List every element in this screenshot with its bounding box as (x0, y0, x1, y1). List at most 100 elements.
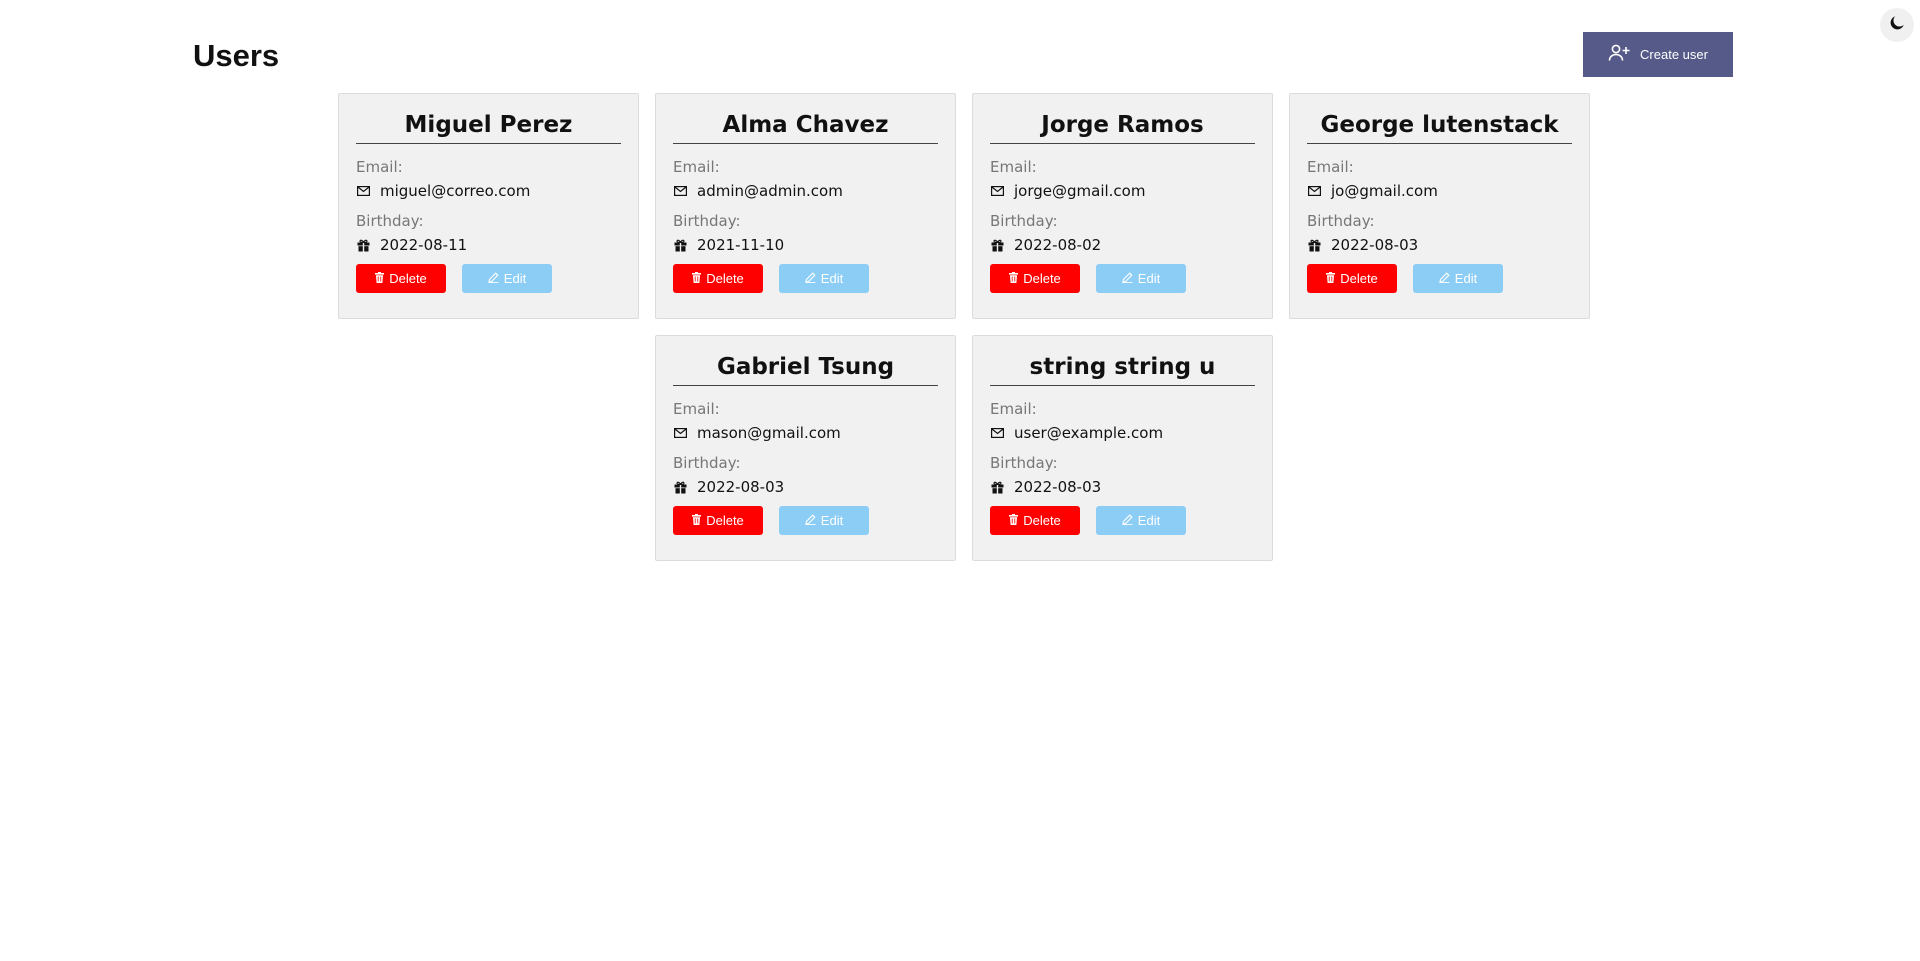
pencil-icon (1439, 271, 1450, 286)
trash-icon (1009, 513, 1019, 528)
birthday-label: Birthday: (990, 454, 1058, 472)
user-email: user@example.com (1014, 424, 1164, 442)
trash-icon (375, 271, 385, 286)
gift-icon (673, 238, 688, 253)
delete-label: Delete (706, 271, 744, 286)
user-birthday: 2022-08-03 (1014, 478, 1102, 496)
user-email: admin@admin.com (697, 182, 843, 200)
delete-button[interactable]: Delete (990, 264, 1080, 293)
email-label: Email: (673, 400, 720, 418)
email-row: jorge@gmail.com (990, 182, 1255, 200)
email-row: admin@admin.com (673, 182, 938, 200)
edit-label: Edit (820, 271, 844, 286)
card-actions: Delete Edit (990, 264, 1255, 293)
birthday-label: Birthday: (356, 212, 424, 230)
trash-icon (1009, 271, 1019, 286)
birthday-row: 2022-08-11 (356, 236, 621, 254)
user-plus-icon (1608, 44, 1630, 65)
edit-label: Edit (1454, 271, 1478, 286)
user-card: Gabriel Tsung Email: mason@gmail.com Bir… (655, 335, 956, 561)
edit-button[interactable]: Edit (462, 264, 552, 293)
email-row: user@example.com (990, 424, 1255, 442)
delete-label: Delete (1023, 513, 1061, 528)
delete-button[interactable]: Delete (990, 506, 1080, 535)
edit-label: Edit (1137, 513, 1161, 528)
user-name: Gabriel Tsung (673, 352, 938, 386)
user-email: jo@gmail.com (1331, 182, 1438, 200)
card-actions: Delete Edit (673, 506, 938, 535)
user-birthday: 2022-08-02 (1014, 236, 1102, 254)
user-birthday: 2021-11-10 (697, 236, 785, 254)
envelope-icon (990, 426, 1005, 441)
page-header: Users Create user (193, 32, 1733, 78)
theme-toggle-button[interactable] (1880, 8, 1914, 42)
delete-button[interactable]: Delete (673, 264, 763, 293)
birthday-label: Birthday: (990, 212, 1058, 230)
envelope-icon (673, 184, 688, 199)
user-birthday: 2022-08-11 (380, 236, 468, 254)
birthday-label: Birthday: (673, 454, 741, 472)
pencil-icon (488, 271, 499, 286)
email-row: jo@gmail.com (1307, 182, 1572, 200)
user-card: string string u Email: user@example.com … (972, 335, 1273, 561)
create-user-button[interactable]: Create user (1583, 32, 1733, 77)
edit-button[interactable]: Edit (1096, 506, 1186, 535)
edit-label: Edit (820, 513, 844, 528)
user-name: Miguel Perez (356, 110, 621, 144)
envelope-icon (356, 184, 371, 199)
birthday-label: Birthday: (673, 212, 741, 230)
edit-button[interactable]: Edit (1096, 264, 1186, 293)
birthday-row: 2022-08-03 (1307, 236, 1572, 254)
moon-icon (1890, 15, 1904, 35)
trash-icon (692, 513, 702, 528)
user-card: George lutenstack Email: jo@gmail.com Bi… (1289, 93, 1590, 319)
email-label: Email: (990, 400, 1037, 418)
edit-label: Edit (1137, 271, 1161, 286)
gift-icon (673, 480, 688, 495)
envelope-icon (990, 184, 1005, 199)
create-user-label: Create user (1640, 47, 1708, 62)
edit-button[interactable]: Edit (779, 506, 869, 535)
pencil-icon (805, 513, 816, 528)
users-grid: Miguel Perez Email: miguel@correo.com Bi… (337, 93, 1591, 561)
birthday-label: Birthday: (1307, 212, 1375, 230)
birthday-row: 2022-08-03 (673, 478, 938, 496)
gift-icon (1307, 238, 1322, 253)
pencil-icon (805, 271, 816, 286)
user-birthday: 2022-08-03 (1331, 236, 1419, 254)
pencil-icon (1122, 513, 1133, 528)
delete-button[interactable]: Delete (1307, 264, 1397, 293)
birthday-row: 2022-08-03 (990, 478, 1255, 496)
user-card: Jorge Ramos Email: jorge@gmail.com Birth… (972, 93, 1273, 319)
edit-button[interactable]: Edit (779, 264, 869, 293)
card-actions: Delete Edit (356, 264, 621, 293)
trash-icon (1326, 271, 1336, 286)
edit-button[interactable]: Edit (1413, 264, 1503, 293)
card-actions: Delete Edit (990, 506, 1255, 535)
edit-label: Edit (503, 271, 527, 286)
delete-label: Delete (1023, 271, 1061, 286)
user-email: jorge@gmail.com (1014, 182, 1146, 200)
card-actions: Delete Edit (673, 264, 938, 293)
envelope-icon (673, 426, 688, 441)
delete-label: Delete (1340, 271, 1378, 286)
delete-button[interactable]: Delete (356, 264, 446, 293)
envelope-icon (1307, 184, 1322, 199)
delete-label: Delete (706, 513, 744, 528)
email-row: mason@gmail.com (673, 424, 938, 442)
user-birthday: 2022-08-03 (697, 478, 785, 496)
trash-icon (692, 271, 702, 286)
delete-button[interactable]: Delete (673, 506, 763, 535)
gift-icon (990, 238, 1005, 253)
user-card: Miguel Perez Email: miguel@correo.com Bi… (338, 93, 639, 319)
user-name: George lutenstack (1307, 110, 1572, 144)
birthday-row: 2021-11-10 (673, 236, 938, 254)
email-label: Email: (356, 158, 403, 176)
email-label: Email: (990, 158, 1037, 176)
email-row: miguel@correo.com (356, 182, 621, 200)
gift-icon (990, 480, 1005, 495)
user-email: mason@gmail.com (697, 424, 841, 442)
card-actions: Delete Edit (1307, 264, 1572, 293)
pencil-icon (1122, 271, 1133, 286)
user-email: miguel@correo.com (380, 182, 531, 200)
